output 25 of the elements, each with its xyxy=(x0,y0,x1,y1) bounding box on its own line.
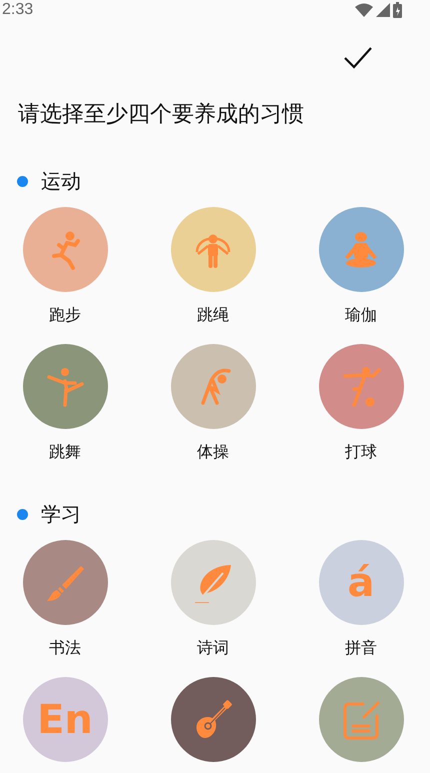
habit-label: 跳绳 xyxy=(197,304,229,326)
note-edit-icon xyxy=(341,700,381,740)
habit-option[interactable]: En xyxy=(22,677,108,762)
habit-label: 诗词 xyxy=(197,637,229,659)
wifi-icon xyxy=(355,3,373,17)
habit-label: 体操 xyxy=(197,441,229,463)
habit-option[interactable]: á xyxy=(318,540,404,625)
feather-icon xyxy=(193,562,233,602)
checkmark-icon xyxy=(344,47,372,69)
glyph-icon: á xyxy=(348,560,374,604)
section-title: 学习 xyxy=(41,500,81,528)
glyph-icon: En xyxy=(37,698,93,742)
section-title: 运动 xyxy=(41,168,81,194)
ball-player-icon xyxy=(341,366,381,406)
habit-label: 跳舞 xyxy=(49,441,81,463)
habit-label: 拼音 xyxy=(345,637,377,659)
status-time: 2:33 xyxy=(2,1,34,19)
battery-icon xyxy=(393,2,402,18)
habit-label: 打球 xyxy=(345,441,377,463)
habit-label: 书法 xyxy=(49,637,81,659)
habit-label: 瑜伽 xyxy=(345,304,377,326)
dancer-icon xyxy=(45,366,85,406)
signal-icon xyxy=(376,3,390,17)
habit-label: 跑步 xyxy=(49,304,81,326)
page-title: 请选择至少四个要养成的习惯 xyxy=(18,101,305,129)
